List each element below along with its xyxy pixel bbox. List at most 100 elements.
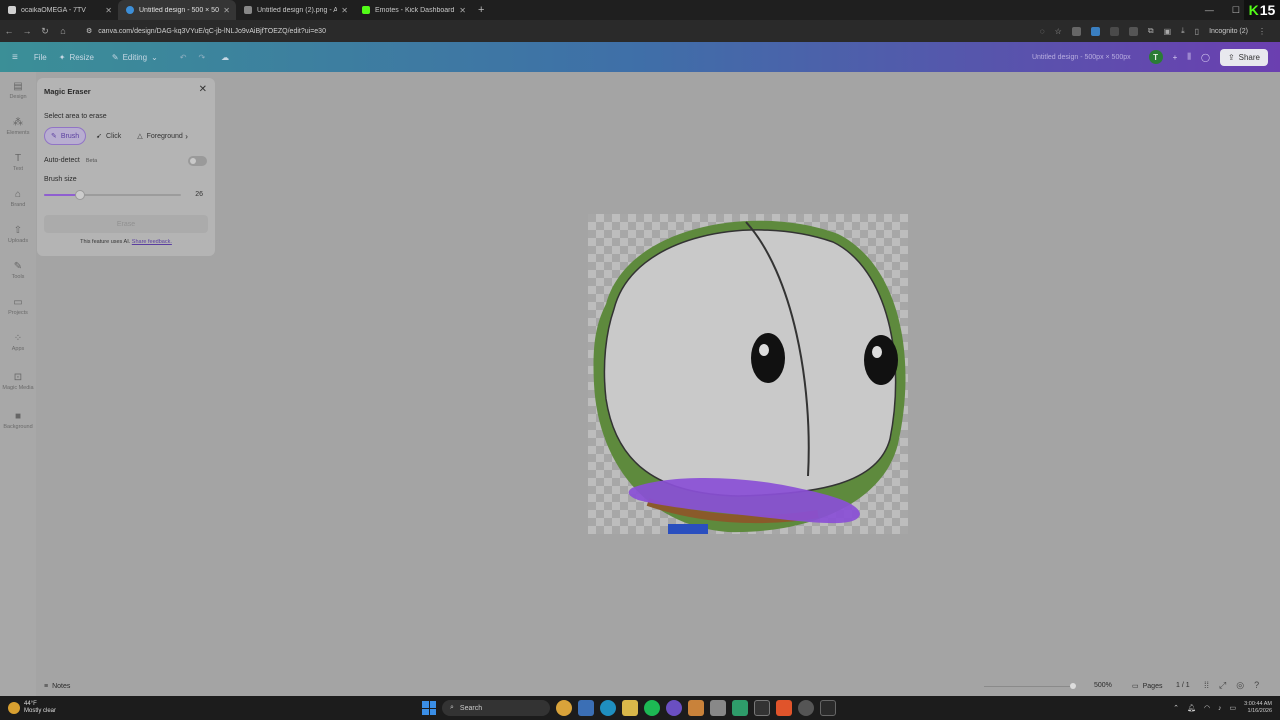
- incognito-indicator[interactable]: Incognito (2): [1209, 28, 1248, 35]
- foreground-mode-button[interactable]: △ Foreground: [131, 128, 187, 144]
- help-icon[interactable]: ?: [1254, 680, 1259, 691]
- zoom-slider-handle[interactable]: [1070, 683, 1076, 689]
- click-mode-button[interactable]: ➹ Click: [90, 128, 127, 144]
- chrome-icon[interactable]: [556, 700, 572, 716]
- wifi-icon[interactable]: ◠: [1204, 704, 1210, 712]
- address-bar[interactable]: ⚙ canva.com/design/DAG-kq3VYuE/qC-jb-lNL…: [86, 27, 1040, 36]
- tab-title: Emotes - Kick Dashboard: [375, 6, 455, 14]
- extension-icon[interactable]: [1071, 26, 1081, 36]
- slider-handle[interactable]: [74, 190, 85, 200]
- share-label: Share: [1238, 52, 1260, 62]
- sidebar-item-apps[interactable]: ⁘ Apps: [0, 324, 36, 360]
- browser-tab[interactable]: Untitled design (2).png - Add a ✕: [236, 0, 354, 20]
- sidebar-item-magic-media[interactable]: ⊡ Magic Media: [0, 360, 36, 402]
- design-title[interactable]: Untitled design - 500px × 500px: [1032, 54, 1131, 61]
- check-circle-icon[interactable]: ◎: [1236, 680, 1244, 691]
- browser-tab[interactable]: ocaikaOMEGA - 7TV ✕: [0, 0, 118, 20]
- menu-kebab-icon[interactable]: ⋮: [1258, 27, 1266, 36]
- editing-mode-button[interactable]: ✎ Editing ⌄: [112, 53, 158, 62]
- app-icon[interactable]: [732, 700, 748, 716]
- add-collaborator-icon[interactable]: +: [1173, 53, 1178, 62]
- cloud-save-icon[interactable]: ☁: [221, 53, 229, 62]
- minimize-icon[interactable]: —: [1205, 5, 1214, 15]
- sidebar-item-tools[interactable]: ✎ Tools: [0, 252, 36, 288]
- sidebar-item-brand[interactable]: ⌂ Brand: [0, 180, 36, 216]
- home-icon[interactable]: ⌂: [54, 26, 72, 36]
- sidebar-item-projects[interactable]: ▭ Projects: [0, 288, 36, 324]
- terminal-icon[interactable]: [754, 700, 770, 716]
- brave-icon[interactable]: [776, 700, 792, 716]
- sidepanel-icon[interactable]: ▣: [1164, 27, 1172, 36]
- resize-button[interactable]: ✦ Resize: [59, 53, 94, 62]
- grid-view-icon[interactable]: ⁞⁞: [1204, 680, 1209, 691]
- extension-icon[interactable]: [1128, 26, 1138, 36]
- file-explorer-icon[interactable]: [622, 700, 638, 716]
- sidebar-item-design[interactable]: ▤ Design: [0, 72, 36, 108]
- file-menu-button[interactable]: File: [34, 53, 47, 62]
- undo-icon[interactable]: ↶: [180, 53, 187, 62]
- close-tab-icon[interactable]: ✕: [341, 6, 348, 15]
- fullscreen-icon[interactable]: ⤢: [1219, 680, 1226, 691]
- app-icon[interactable]: [688, 700, 704, 716]
- clock[interactable]: 3:00:44 AM 1/16/2026: [1244, 701, 1272, 715]
- forward-icon[interactable]: →: [18, 26, 36, 36]
- sidebar-item-text[interactable]: T Text: [0, 144, 36, 180]
- weather-widget[interactable]: 44°F Mostly clear: [8, 701, 56, 715]
- notification-icon[interactable]: 🔔︎: [1187, 704, 1196, 712]
- analytics-icon[interactable]: ⫼: [1187, 52, 1191, 62]
- close-tab-icon[interactable]: ✕: [459, 6, 466, 15]
- share-button[interactable]: ⇪ Share: [1219, 48, 1268, 66]
- auto-detect-toggle[interactable]: [188, 156, 207, 166]
- back-icon[interactable]: ←: [0, 26, 18, 36]
- taskbar-search[interactable]: ⌕ Search: [442, 700, 550, 716]
- chevron-down-icon: ⌄: [151, 52, 158, 62]
- extension-icon[interactable]: [1090, 26, 1100, 36]
- bookmark-star-icon[interactable]: ☆: [1055, 27, 1062, 36]
- volume-icon[interactable]: ♪: [1218, 705, 1222, 712]
- erase-button[interactable]: Erase: [44, 215, 208, 233]
- brush-size-value[interactable]: 26: [195, 191, 203, 198]
- close-tab-icon[interactable]: ✕: [223, 6, 230, 15]
- windows-start-icon[interactable]: [422, 701, 436, 715]
- task-view-icon[interactable]: [578, 700, 594, 716]
- battery-icon[interactable]: ▭: [1230, 704, 1237, 712]
- edge-icon[interactable]: [600, 700, 616, 716]
- sidebar-item-elements[interactable]: ⁂ Elements: [0, 108, 36, 144]
- brush-size-slider[interactable]: [44, 190, 181, 200]
- split-icon[interactable]: ▯: [1195, 27, 1199, 36]
- pages-button[interactable]: ▭ Pages: [1132, 682, 1162, 691]
- app-icon[interactable]: [820, 700, 836, 716]
- zoom-level[interactable]: 500%: [1094, 682, 1112, 689]
- extension-icon[interactable]: [1109, 26, 1119, 36]
- design-canvas[interactable]: [588, 214, 908, 534]
- sidebar-item-background[interactable]: ■ Background: [0, 402, 36, 438]
- avatar[interactable]: T: [1148, 50, 1163, 64]
- hamburger-menu-icon[interactable]: ≡: [12, 52, 18, 63]
- brush-mode-button[interactable]: ✎ Brush: [44, 127, 87, 145]
- eye-off-icon[interactable]: ◌: [1040, 27, 1045, 36]
- close-tab-icon[interactable]: ✕: [105, 6, 112, 15]
- browser-tab-active[interactable]: Untitled design - 500 × 500px ✕: [118, 0, 236, 20]
- chevron-up-icon[interactable]: ⌃: [1173, 704, 1179, 712]
- chevron-right-icon[interactable]: ›: [185, 132, 188, 141]
- maximize-icon[interactable]: ☐: [1232, 5, 1240, 16]
- close-icon[interactable]: ✕: [199, 84, 207, 95]
- sidebar-item-uploads[interactable]: ⇧ Uploads: [0, 216, 36, 252]
- download-icon[interactable]: ⤓: [1181, 26, 1185, 36]
- reload-icon[interactable]: ↻: [36, 26, 54, 37]
- auto-detect-label: Auto-detect: [44, 157, 80, 164]
- spotify-icon[interactable]: [644, 700, 660, 716]
- site-info-icon[interactable]: ⚙: [86, 27, 92, 35]
- extensions-puzzle-icon[interactable]: ⧉: [1148, 26, 1154, 36]
- comment-icon[interactable]: ◯: [1201, 53, 1210, 62]
- zoom-slider[interactable]: [984, 683, 1076, 689]
- settings-gear-icon[interactable]: [798, 700, 814, 716]
- new-tab-icon[interactable]: +: [478, 4, 484, 16]
- share-feedback-link[interactable]: Share feedback.: [132, 239, 172, 245]
- blue-shirt: [668, 524, 708, 534]
- app-icon[interactable]: [710, 700, 726, 716]
- app-icon[interactable]: [666, 700, 682, 716]
- sidebar-item-label: Uploads: [7, 237, 29, 244]
- browser-tab[interactable]: Emotes - Kick Dashboard ✕: [354, 0, 472, 20]
- redo-icon[interactable]: ↷: [198, 53, 205, 62]
